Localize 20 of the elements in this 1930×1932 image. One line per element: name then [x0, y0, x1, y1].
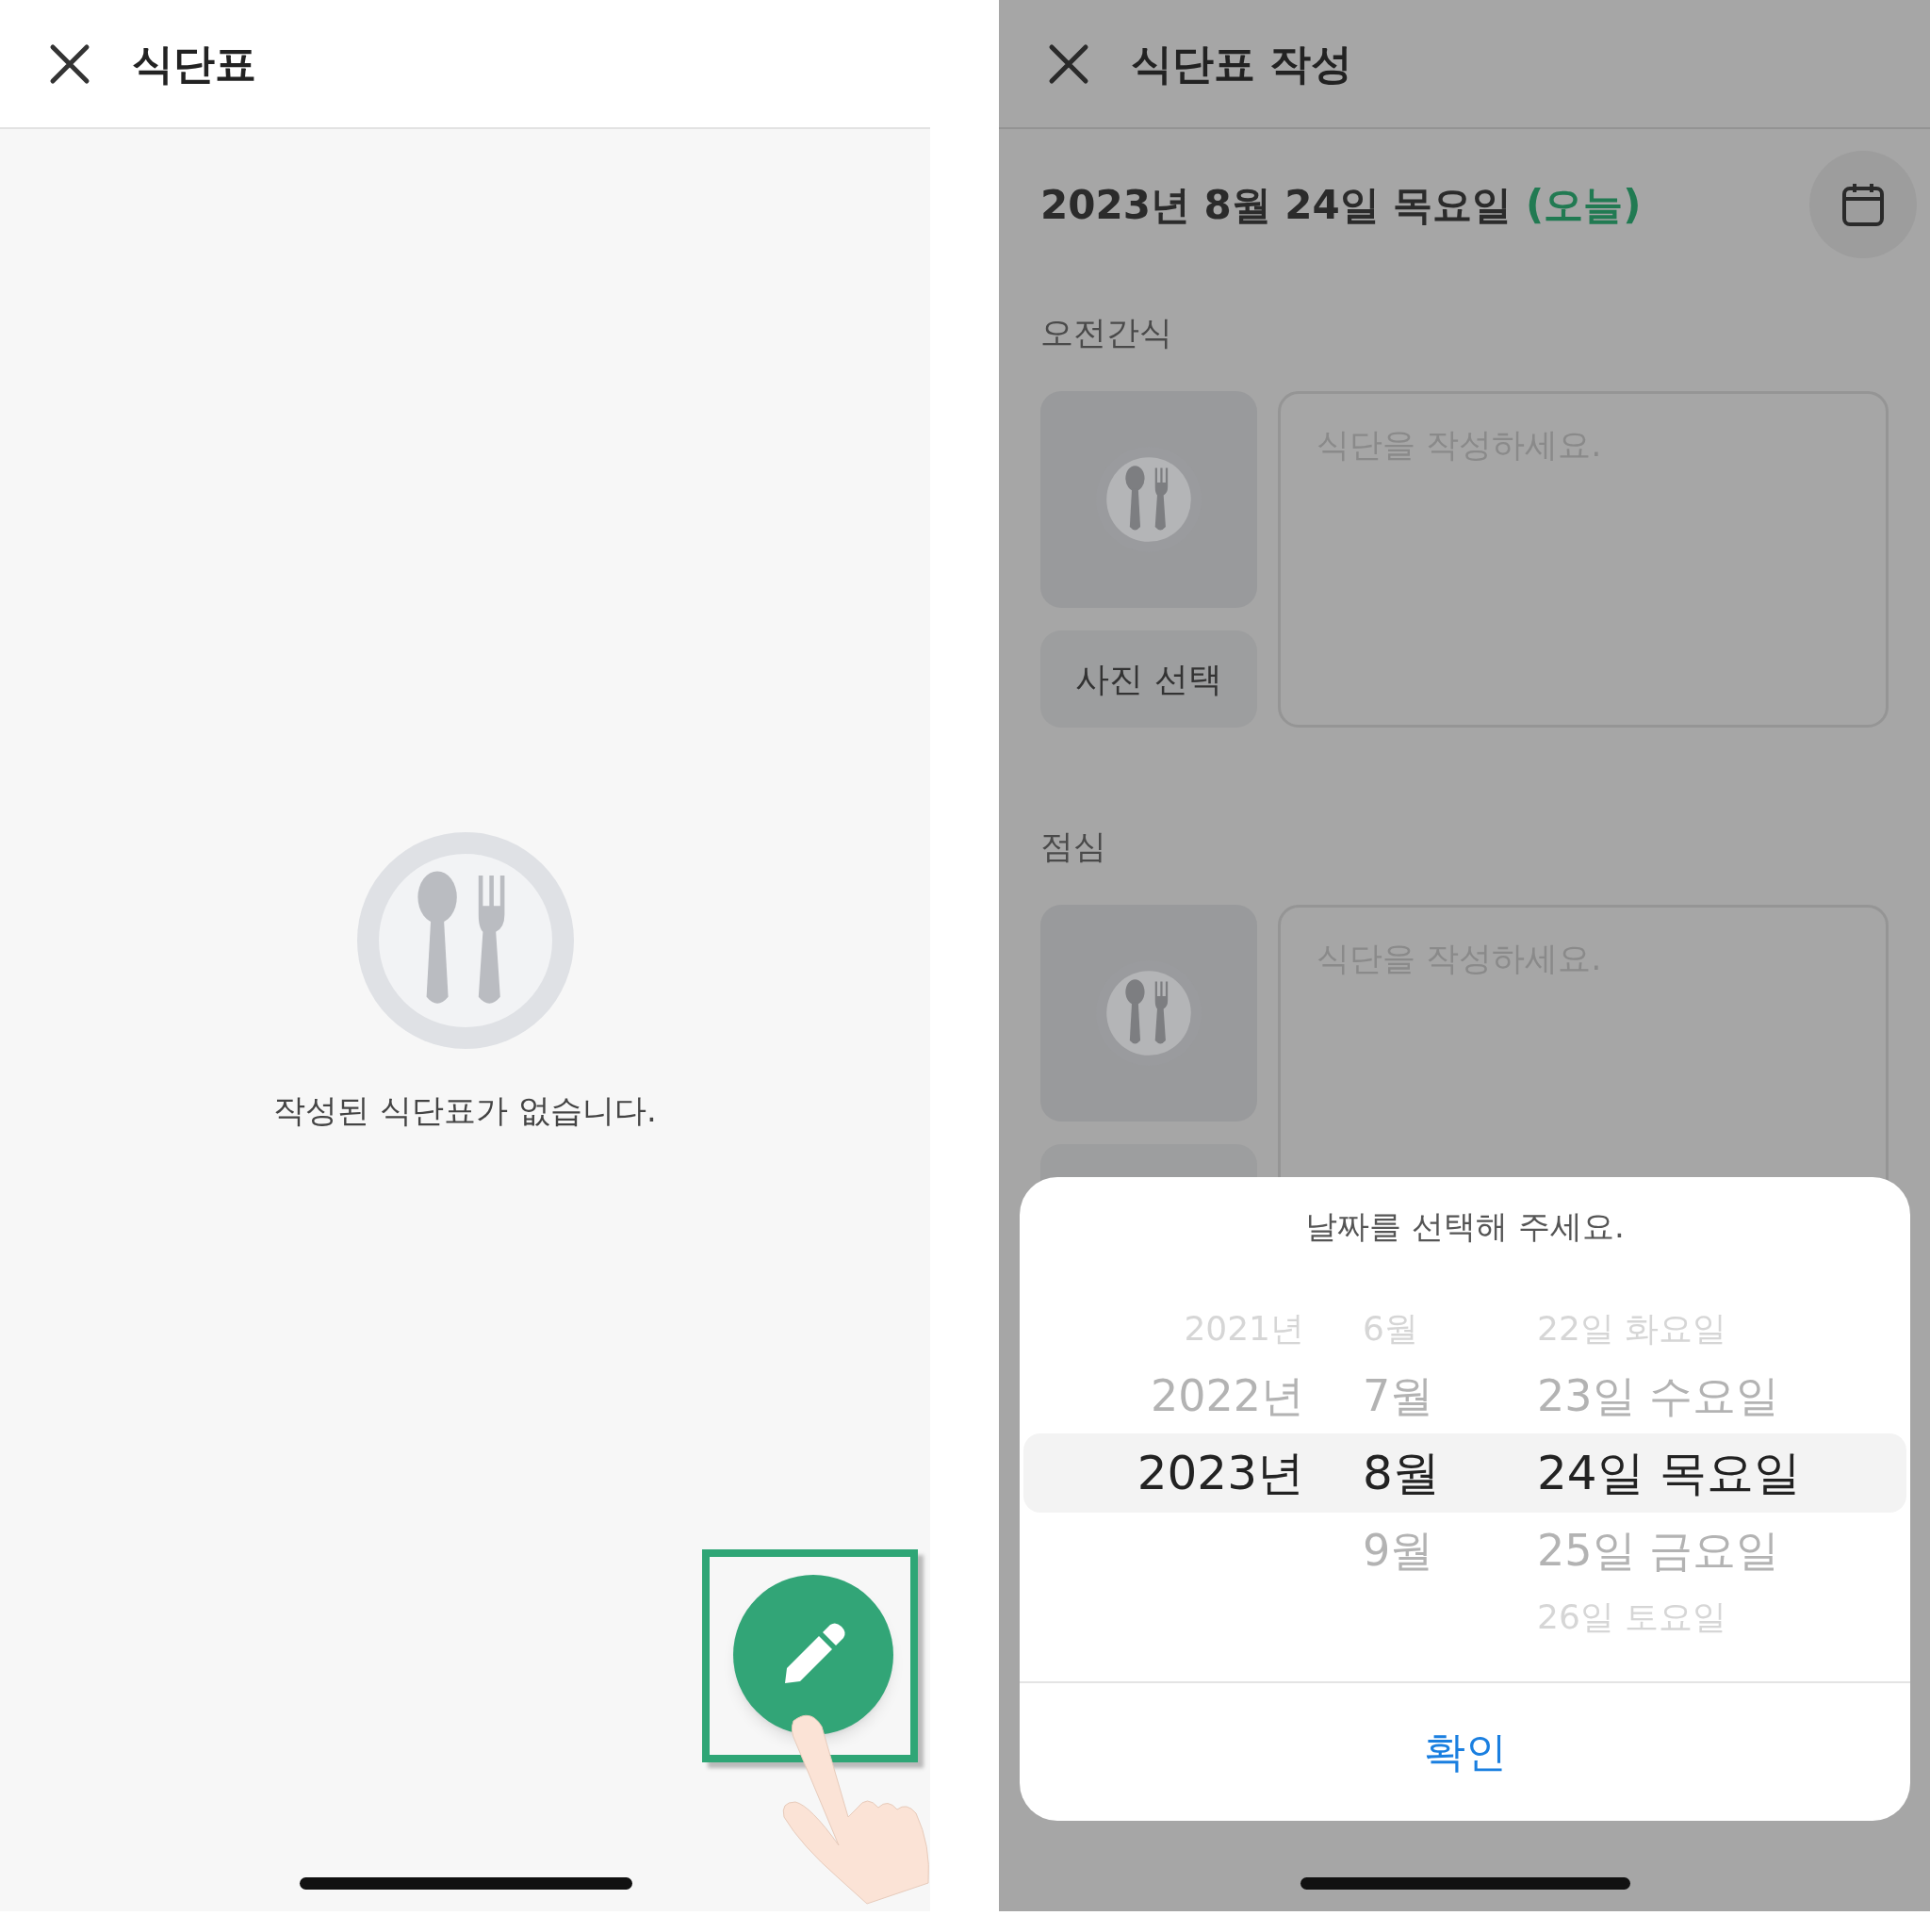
empty-message: 작성된 식단표가 없습니다. — [273, 1090, 657, 1131]
meal-label: 오전간식 — [1040, 312, 1173, 353]
picker-day[interactable]: 23일 수요일 — [1537, 1369, 1780, 1421]
calendar-icon — [1841, 182, 1885, 227]
picker-day[interactable]: 24일 목요일 — [1537, 1445, 1801, 1500]
picker-month[interactable]: 7월 — [1363, 1369, 1434, 1421]
close-icon[interactable] — [1048, 42, 1089, 85]
picker-month[interactable]: 9월 — [1363, 1524, 1434, 1576]
screen-title: 식단표 — [132, 38, 256, 90]
selected-date: 2023년 8월 24일 목요일 (오늘) — [1040, 180, 1642, 230]
photo-select-button[interactable]: 사진 선택 — [1040, 630, 1257, 728]
close-icon[interactable] — [49, 42, 90, 85]
confirm-button[interactable]: 확인 — [1404, 1721, 1526, 1783]
meal-label: 점심 — [1040, 826, 1107, 867]
picker-month[interactable]: 8월 — [1363, 1445, 1440, 1500]
picker-year[interactable]: 2022년 — [1150, 1363, 1304, 1429]
screen-title: 식단표 작성 — [1131, 38, 1353, 90]
spoon-fork-icon — [356, 832, 574, 1049]
picker-year[interactable]: 2023년 — [1137, 1437, 1304, 1509]
picker-day[interactable]: 25일 금요일 — [1537, 1524, 1780, 1576]
